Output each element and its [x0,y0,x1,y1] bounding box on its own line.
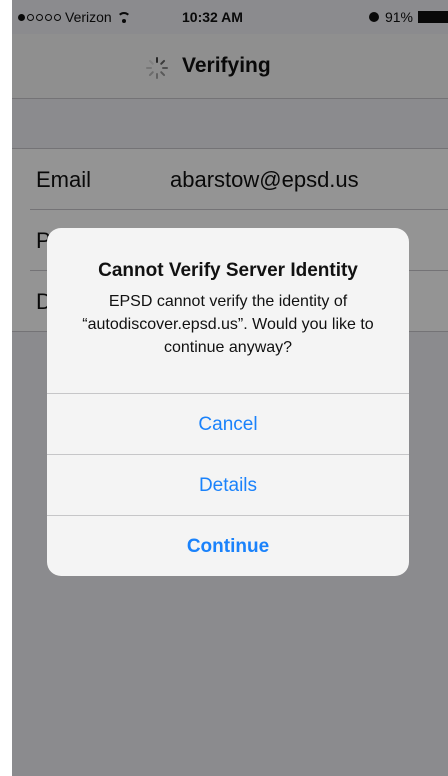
cancel-button[interactable]: Cancel [47,393,409,454]
continue-button[interactable]: Continue [47,515,409,576]
phone-screen: Verizon 10:32 AM 91% Verifying Email aba… [12,0,448,776]
details-button[interactable]: Details [47,454,409,515]
alert-message: EPSD cannot verify the identity of “auto… [82,293,374,356]
alert-title: Cannot Verify Server Identity [98,260,358,281]
alert-dialog: Cannot Verify Server Identity EPSD canno… [47,228,409,576]
